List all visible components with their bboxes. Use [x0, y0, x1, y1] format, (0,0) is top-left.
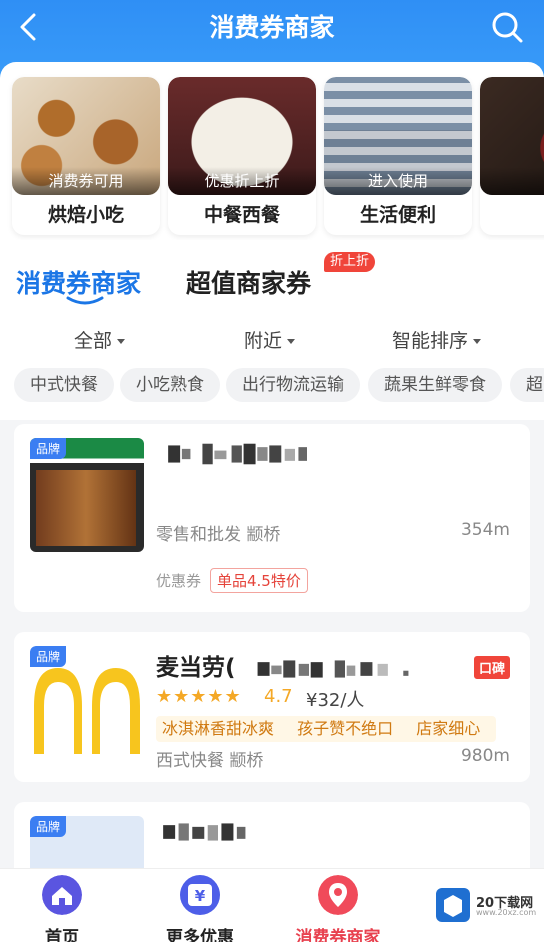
- chip[interactable]: 超: [510, 368, 544, 402]
- nav-label: 更多优惠: [166, 928, 234, 942]
- brand-tag: 品牌: [30, 646, 67, 667]
- watermark-logo-icon: [436, 888, 470, 922]
- filter-label: 智能排序: [392, 330, 469, 352]
- filter-all[interactable]: 全部: [74, 326, 126, 353]
- svg-text:¥: ¥: [195, 887, 206, 905]
- search-icon[interactable]: [490, 10, 524, 44]
- tab-consumer-coupon-merchants[interactable]: 消费券商家: [16, 264, 141, 300]
- discount-badge: 折上折: [324, 252, 376, 272]
- category-name: 烘焙小吃: [47, 204, 124, 226]
- nav-home[interactable]: 首页: [2, 875, 122, 942]
- chip[interactable]: 出行物流运输: [226, 368, 360, 402]
- coupon-tag[interactable]: 单品4.5特价: [210, 568, 308, 593]
- mosaic-blur: [168, 443, 307, 464]
- nav-coupon-merchants[interactable]: 消费券商家: [278, 875, 398, 942]
- review-tag: 冰淇淋香甜冰爽: [162, 719, 275, 738]
- koubei-badge: 口碑: [473, 656, 510, 679]
- chip[interactable]: 蔬果生鲜零食: [368, 368, 502, 402]
- store-name-text: 麦当劳(: [156, 655, 236, 681]
- store-name: 麦当劳(: [156, 648, 434, 682]
- page-title: 消费券商家: [209, 13, 335, 42]
- store-thumbnail: 品牌: [30, 646, 144, 760]
- brand-tag: 品牌: [30, 816, 67, 837]
- store-card[interactable]: 品牌 零售和批发 颛桥 354m 优惠券 单品4.5特价: [14, 424, 530, 612]
- nav-more-deals[interactable]: ¥ 更多优惠: [140, 875, 260, 942]
- filter-sort[interactable]: 智能排序: [392, 326, 482, 353]
- chip[interactable]: 小吃熟食: [120, 368, 220, 402]
- convenience-image: 进入使用: [324, 77, 472, 195]
- bakery-image: 消费券可用: [12, 77, 160, 195]
- tab-value-coupons[interactable]: 超值商家券: [186, 264, 311, 300]
- store-name-blurred: [156, 818, 256, 844]
- location-pin-icon: [318, 875, 358, 915]
- store-distance: 980m: [460, 746, 510, 766]
- caret-down-icon: [117, 339, 126, 344]
- store-distance: 354m: [460, 520, 510, 540]
- rating-stars: ★★★★★: [156, 686, 242, 707]
- category-card-dining[interactable]: 优惠折上折 中餐西餐: [168, 77, 316, 235]
- category-card-convenience[interactable]: 进入使用 生活便利: [324, 77, 472, 235]
- category-name: 咖: [480, 195, 544, 235]
- category-carousel: 消费券可用 烘焙小吃 优惠折上折 中餐西餐 进入使用 生活便利 消 咖: [0, 62, 544, 240]
- store-category-location: 零售和批发 颛桥: [156, 525, 281, 545]
- store-thumbnail: 品牌: [30, 438, 144, 552]
- coffee-image: 消: [480, 77, 544, 195]
- filter-label: 全部: [74, 330, 113, 352]
- review-tags: 冰淇淋香甜冰爽 孩子赞不绝口 店家细心: [156, 716, 496, 742]
- category-name: 中餐西餐: [203, 204, 280, 226]
- brand-tag: 品牌: [30, 438, 67, 459]
- category-tag: 进入使用: [324, 167, 472, 195]
- review-tag: 店家细心: [416, 719, 481, 738]
- home-icon: [42, 875, 82, 915]
- filter-label: 附近: [244, 330, 283, 352]
- nav-label: 消费券商家: [295, 928, 381, 942]
- mosaic-blur: [257, 659, 408, 678]
- filter-bar: 全部 附近 智能排序: [0, 322, 544, 356]
- mosaic-blur: [163, 822, 246, 841]
- dining-image: 优惠折上折: [168, 77, 316, 195]
- tab-active-indicator: [66, 296, 104, 305]
- nav-label: 首页: [45, 928, 79, 942]
- review-tag: 孩子赞不绝口: [297, 719, 394, 738]
- store-category-location: 西式快餐 颛桥: [156, 751, 264, 771]
- rating-value: 4.7: [264, 686, 293, 707]
- yuan-coupon-icon: ¥: [180, 875, 220, 915]
- filter-nearby[interactable]: 附近: [244, 326, 296, 353]
- category-tag: 消: [480, 167, 544, 195]
- caret-down-icon: [287, 339, 296, 344]
- category-chips: 中式快餐 小吃熟食 出行物流运输 蔬果生鲜零食 超: [0, 368, 544, 404]
- category-tag: 优惠折上折: [168, 167, 316, 195]
- category-card-coffee[interactable]: 消 咖: [480, 77, 544, 235]
- tabs-section: 消费券商家 超值商家券 折上折 全部 附近 智能排序 中式快餐 小吃熟食 出行物…: [0, 240, 544, 420]
- site-watermark: 20下载网 www.20xz.com: [436, 886, 536, 926]
- store-card[interactable]: 品牌 麦当劳( 口碑 ★★★★★ 4.7 ¥32/人 冰淇淋香甜冰爽 孩子赞不绝…: [14, 632, 530, 782]
- coupon-label: 优惠券: [156, 572, 202, 590]
- caret-down-icon: [473, 339, 482, 344]
- category-card-bakery[interactable]: 消费券可用 烘焙小吃: [12, 77, 160, 235]
- category-name: 生活便利: [359, 204, 436, 226]
- category-tag: 消费券可用: [12, 167, 160, 195]
- chip[interactable]: 中式快餐: [14, 368, 114, 402]
- store-name-blurred: [156, 440, 326, 466]
- watermark-url: www.20xz.com: [476, 908, 537, 917]
- avg-price: ¥32/人: [306, 690, 365, 711]
